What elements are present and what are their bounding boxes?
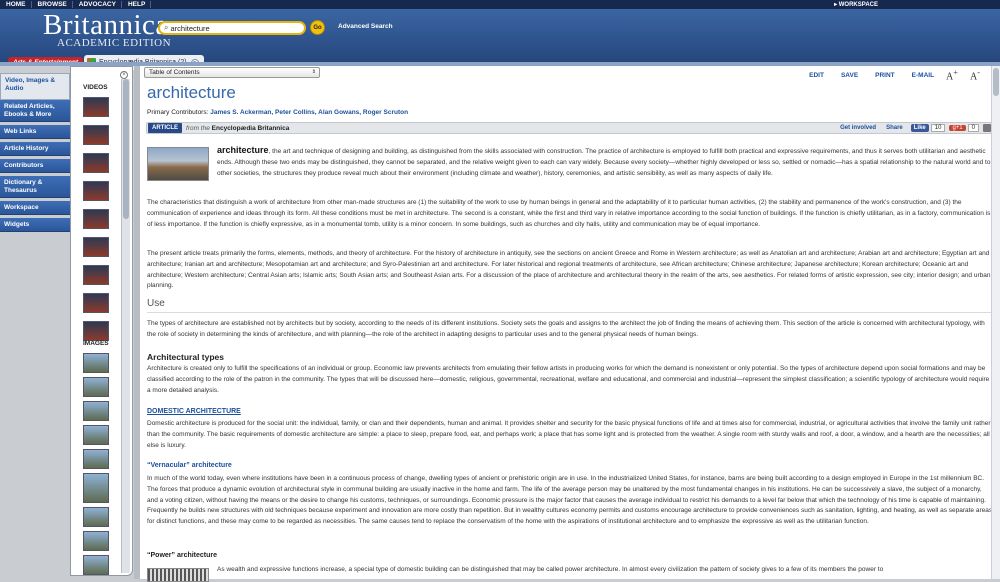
intro-term: architecture bbox=[217, 145, 269, 155]
rail-item-contributors[interactable]: Contributors bbox=[0, 159, 70, 173]
more-share-icon[interactable] bbox=[983, 124, 991, 132]
chevron-updown-icon: ⇕ bbox=[311, 69, 316, 75]
get-involved-button[interactable]: Get involved bbox=[840, 125, 876, 131]
image-thumbnail[interactable] bbox=[83, 449, 109, 469]
power-image[interactable] bbox=[147, 568, 209, 582]
nav-workspace[interactable]: ▸ WORKSPACE bbox=[834, 1, 878, 8]
heading-architectural-types: Architectural types bbox=[147, 352, 224, 362]
contributor-links[interactable]: James S. Ackerman, Peter Collins, Alan G… bbox=[210, 109, 408, 116]
paragraph-intro: architecture, the art and technique of d… bbox=[217, 145, 993, 179]
edit-button[interactable]: EDIT bbox=[809, 72, 824, 79]
gplus-button[interactable]: g+1 bbox=[949, 125, 966, 131]
like-count: 10 bbox=[930, 124, 946, 132]
video-thumbnail[interactable] bbox=[83, 237, 109, 257]
nav-home[interactable]: HOME bbox=[0, 1, 32, 8]
media-scrollbar-thumb[interactable] bbox=[123, 79, 129, 219]
lead-image[interactable] bbox=[147, 147, 209, 181]
video-thumbnail[interactable] bbox=[83, 209, 109, 229]
heading-vernacular: “Vernacular” architecture bbox=[147, 462, 232, 469]
paragraph-vernacular: In much of the world today, even where i… bbox=[147, 475, 993, 526]
article-source-bar: ARTICLE from the Encyclopædia Britannica… bbox=[146, 122, 994, 134]
gplus-count: 0 bbox=[967, 124, 979, 132]
media-scrollbar[interactable] bbox=[121, 79, 130, 573]
print-button[interactable]: PRINT bbox=[875, 72, 895, 79]
article-toolbar: EDIT SAVE PRINT E-MAIL A+ A- bbox=[792, 68, 980, 82]
close-icon[interactable]: × bbox=[120, 71, 128, 79]
heading-use: Use bbox=[147, 298, 165, 309]
videos-heading: VIDEOS bbox=[83, 84, 108, 91]
contributors: Primary Contributors: James S. Ackerman,… bbox=[147, 109, 408, 116]
paragraph-domestic: Domestic architecture is produced for th… bbox=[147, 420, 991, 449]
image-thumbnail[interactable] bbox=[83, 473, 109, 503]
nav-workspace-label: WORKSPACE bbox=[838, 2, 878, 8]
logo-subtitle: ACADEMIC EDITION bbox=[57, 37, 172, 49]
logo[interactable]: Britannica bbox=[43, 11, 169, 40]
rail-item-widgets[interactable]: Widgets bbox=[0, 218, 70, 232]
media-panel: × VIDEOS IMAGES bbox=[70, 66, 133, 576]
article-content: Table of Contents ⇕ EDIT SAVE PRINT E-MAI… bbox=[140, 66, 1000, 582]
nav-browse[interactable]: BROWSE bbox=[32, 1, 73, 8]
images-heading: IMAGES bbox=[83, 340, 109, 347]
rail-item-article-history[interactable]: Article History bbox=[0, 142, 70, 156]
source-line: from the Encyclopædia Britannica bbox=[186, 125, 289, 132]
share-button[interactable]: Share bbox=[886, 125, 903, 131]
intro-text: , the art and technique of designing and… bbox=[217, 148, 991, 177]
video-thumbnail[interactable] bbox=[83, 181, 109, 201]
image-thumbnail[interactable] bbox=[83, 377, 109, 397]
search-value: architecture bbox=[170, 23, 210, 33]
rail-item-related-articles[interactable]: Related Articles, Ebooks & More bbox=[0, 100, 70, 122]
page-title: architecture bbox=[147, 83, 236, 102]
heading-domestic-architecture[interactable]: DOMESTIC ARCHITECTURE bbox=[147, 408, 241, 415]
video-thumbnail[interactable] bbox=[83, 97, 109, 117]
nav-advocacy[interactable]: ADVOCACY bbox=[73, 1, 122, 8]
video-thumbnail[interactable] bbox=[83, 293, 109, 313]
header: Britannica ACADEMIC EDITION ⌕ architectur… bbox=[0, 9, 1000, 70]
image-thumbnail[interactable] bbox=[83, 531, 109, 551]
nav-help[interactable]: HELP bbox=[122, 1, 152, 8]
content-scrollbar[interactable] bbox=[991, 66, 1000, 579]
image-thumbnail[interactable] bbox=[83, 507, 109, 527]
rail-item-workspace[interactable]: Workspace bbox=[0, 201, 70, 215]
video-thumbnail[interactable] bbox=[83, 321, 109, 341]
article-badge: ARTICLE bbox=[148, 123, 182, 133]
image-thumbnail[interactable] bbox=[83, 353, 109, 373]
top-nav: HOME BROWSE ADVOCACY HELP ▸ WORKSPACE bbox=[0, 0, 1000, 9]
font-increase-button[interactable]: A+ bbox=[946, 68, 958, 82]
search-icon: ⌕ bbox=[164, 23, 169, 32]
share-tools: Get involved Share Like 10 g+1 0 bbox=[830, 124, 991, 132]
heading-power-architecture: “Power” architecture bbox=[147, 552, 218, 559]
rail-item-web-links[interactable]: Web Links bbox=[0, 125, 70, 139]
toc-label: Table of Contents bbox=[149, 69, 200, 76]
left-rail: Video, Images & Audio Related Articles, … bbox=[0, 66, 70, 579]
image-thumbnail[interactable] bbox=[83, 555, 109, 575]
rail-item-dictionary[interactable]: Dictionary & Thesaurus bbox=[0, 176, 70, 198]
source-prefix: from the bbox=[186, 124, 210, 132]
video-thumbnail[interactable] bbox=[83, 153, 109, 173]
video-thumbnail[interactable] bbox=[83, 265, 109, 285]
paragraph-use: The types of architecture are establishe… bbox=[147, 320, 985, 338]
advanced-search-link[interactable]: Advanced Search bbox=[338, 23, 393, 30]
save-button[interactable]: SAVE bbox=[841, 72, 858, 79]
email-button[interactable]: E-MAIL bbox=[912, 72, 934, 79]
video-thumbnail[interactable] bbox=[83, 125, 109, 145]
rail-item-video-images-audio[interactable]: Video, Images & Audio bbox=[0, 73, 70, 100]
paragraph-types: Architecture is created only to fulfill … bbox=[147, 365, 990, 394]
paragraph-characteristics: The characteristics that distinguish a w… bbox=[147, 199, 991, 228]
contributors-label: Primary Contributors: bbox=[147, 109, 211, 116]
go-button[interactable]: Go bbox=[310, 20, 325, 35]
image-thumbnail[interactable] bbox=[83, 401, 109, 421]
paragraph-scope: The present article treats primarily the… bbox=[147, 250, 991, 290]
source-name: Encyclopædia Britannica bbox=[211, 124, 290, 132]
facebook-like-button[interactable]: Like bbox=[910, 124, 929, 132]
paragraph-power: As wealth and expressive functions incre… bbox=[217, 566, 884, 573]
image-thumbnail[interactable] bbox=[83, 425, 109, 445]
divider bbox=[147, 312, 995, 313]
content-scrollbar-thumb[interactable] bbox=[993, 68, 999, 96]
font-decrease-button[interactable]: A- bbox=[970, 68, 980, 82]
search-input[interactable]: ⌕ architecture bbox=[158, 21, 306, 35]
table-of-contents-select[interactable]: Table of Contents ⇕ bbox=[144, 67, 320, 78]
